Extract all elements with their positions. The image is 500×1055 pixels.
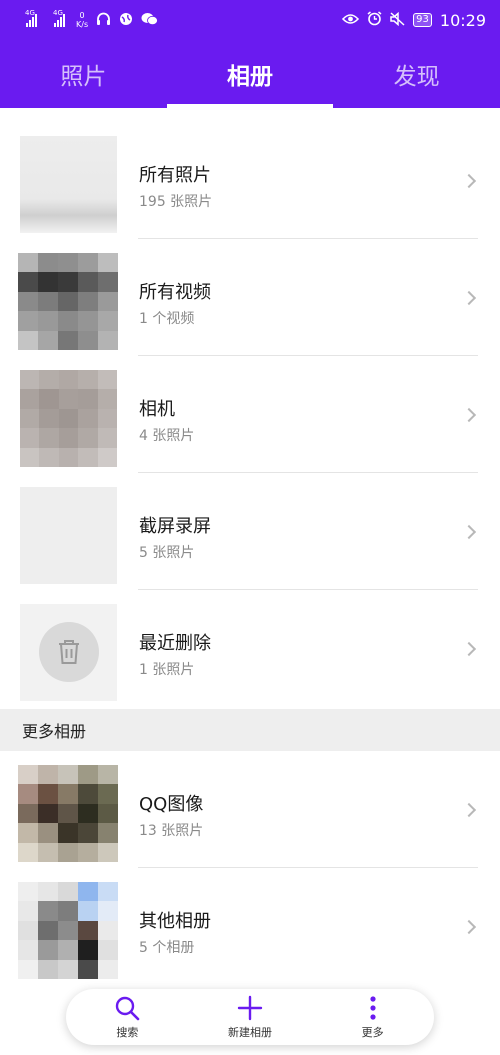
- search-label: 搜索: [116, 1026, 139, 1039]
- album-thumbnail: [18, 882, 118, 979]
- chevron-right-icon: [461, 524, 477, 539]
- more-vertical-icon: [369, 994, 377, 1022]
- album-thumbnail: [18, 253, 118, 350]
- chevron-right-icon: [461, 919, 477, 934]
- chevron-right-icon: [461, 641, 477, 656]
- search-icon: [114, 994, 140, 1022]
- globe-icon: [119, 12, 133, 29]
- tab-photos[interactable]: 照片: [0, 40, 167, 108]
- status-bar: 4G 4G 0 K/s 93 10:29: [0, 0, 500, 40]
- album-thumbnail: [20, 487, 117, 584]
- album-thumbnail: [20, 604, 117, 701]
- album-title: 相机: [139, 399, 175, 420]
- album-title: 其他相册: [139, 911, 211, 932]
- eye-icon: [342, 13, 360, 28]
- net-speed: 0 K/s: [76, 11, 89, 29]
- headset-icon: [96, 12, 111, 29]
- album-row-all-photos[interactable]: 所有照片 195 张照片: [0, 122, 500, 239]
- tab-albums[interactable]: 相册: [166, 40, 334, 108]
- album-thumbnail: [20, 370, 117, 467]
- battery-indicator: 93: [413, 13, 432, 27]
- search-button[interactable]: 搜索: [82, 994, 172, 1040]
- album-count: 5 张照片: [139, 545, 195, 561]
- album-count: 195 张照片: [139, 194, 213, 210]
- album-thumbnail: [18, 765, 118, 862]
- tab-discover[interactable]: 发现: [333, 40, 500, 108]
- cell-signal-icon: 4G: [53, 9, 68, 27]
- album-row-all-videos[interactable]: 所有视频 1 个视频: [0, 239, 500, 356]
- album-count: 1 张照片: [139, 662, 195, 678]
- chevron-right-icon: [461, 173, 477, 188]
- album-count: 13 张照片: [139, 823, 204, 839]
- wechat-icon: [141, 12, 159, 29]
- plus-icon: [237, 994, 263, 1022]
- chevron-right-icon: [461, 407, 477, 422]
- alarm-icon: [367, 11, 382, 29]
- chevron-right-icon: [461, 290, 477, 305]
- cell-signal-icon: 4G: [25, 9, 40, 27]
- album-title: QQ图像: [139, 794, 204, 815]
- chevron-right-icon: [461, 802, 477, 817]
- album-row-other-albums[interactable]: 其他相册 5 个相册: [0, 868, 500, 985]
- album-row-camera[interactable]: 相机 4 张照片: [0, 356, 500, 473]
- clock: 10:29: [439, 10, 486, 30]
- album-count: 5 个相册: [139, 940, 195, 956]
- new-album-button[interactable]: 新建相册: [205, 994, 295, 1040]
- mute-icon: [390, 11, 405, 29]
- more-button[interactable]: 更多: [328, 994, 418, 1040]
- album-row-qq-images[interactable]: QQ图像 13 张照片: [0, 751, 500, 868]
- new-album-label: 新建相册: [227, 1026, 272, 1039]
- album-row-screenshots[interactable]: 截屏录屏 5 张照片: [0, 473, 500, 590]
- album-title: 所有视频: [139, 282, 211, 303]
- album-row-recently-deleted[interactable]: 最近删除 1 张照片: [0, 590, 500, 707]
- album-thumbnail: [20, 136, 117, 233]
- album-count: 4 张照片: [139, 428, 195, 444]
- album-title: 所有照片: [139, 165, 211, 186]
- album-count: 1 个视频: [139, 311, 195, 327]
- album-title: 截屏录屏: [139, 516, 211, 537]
- more-label: 更多: [361, 1026, 384, 1039]
- album-title: 最近删除: [139, 633, 211, 654]
- more-albums-header: 更多相册: [0, 709, 500, 751]
- bottom-action-bar: 搜索 新建相册 更多: [66, 989, 434, 1045]
- top-tab-bar: 照片 相册 发现: [0, 40, 500, 108]
- trash-icon: [39, 622, 99, 682]
